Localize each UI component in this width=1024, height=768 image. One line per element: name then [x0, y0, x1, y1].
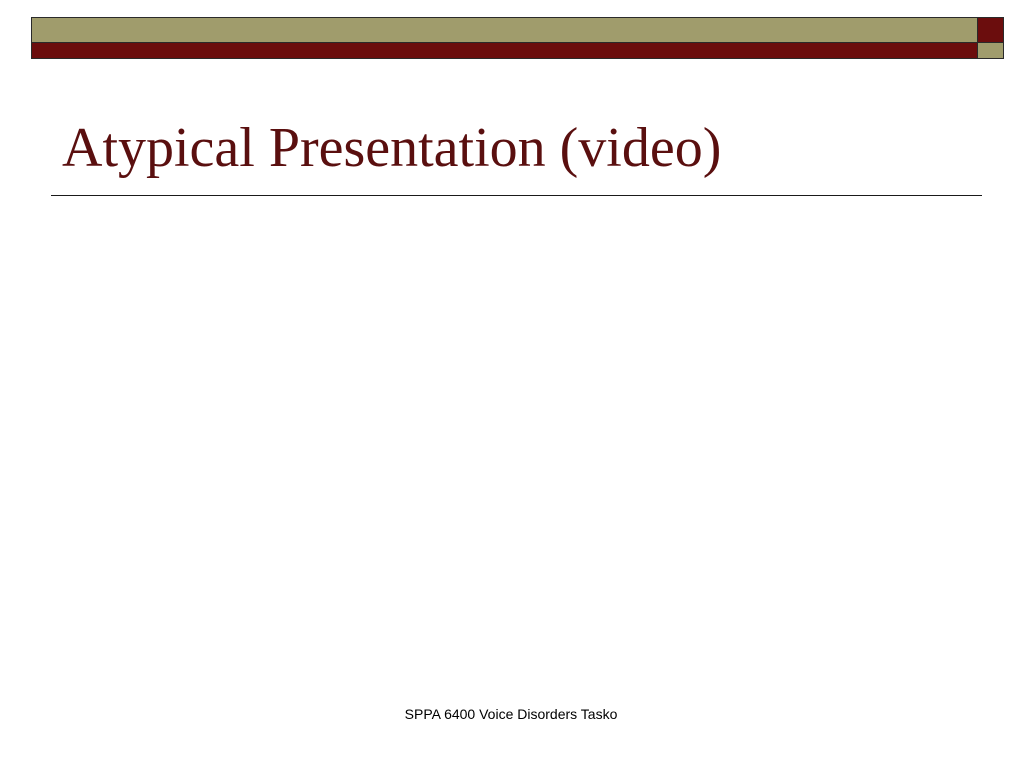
- slide-footer: SPPA 6400 Voice Disorders Tasko: [0, 704, 1024, 724]
- header-maroon-square: [977, 17, 1004, 43]
- header-maroon-bar: [31, 42, 978, 59]
- footer-text: SPPA 6400 Voice Disorders Tasko: [404, 706, 618, 722]
- slide-title: Atypical Presentation (video): [62, 117, 722, 179]
- header-olive-square: [977, 42, 1004, 59]
- header-olive-bar: [31, 17, 978, 43]
- title-divider: [51, 195, 982, 196]
